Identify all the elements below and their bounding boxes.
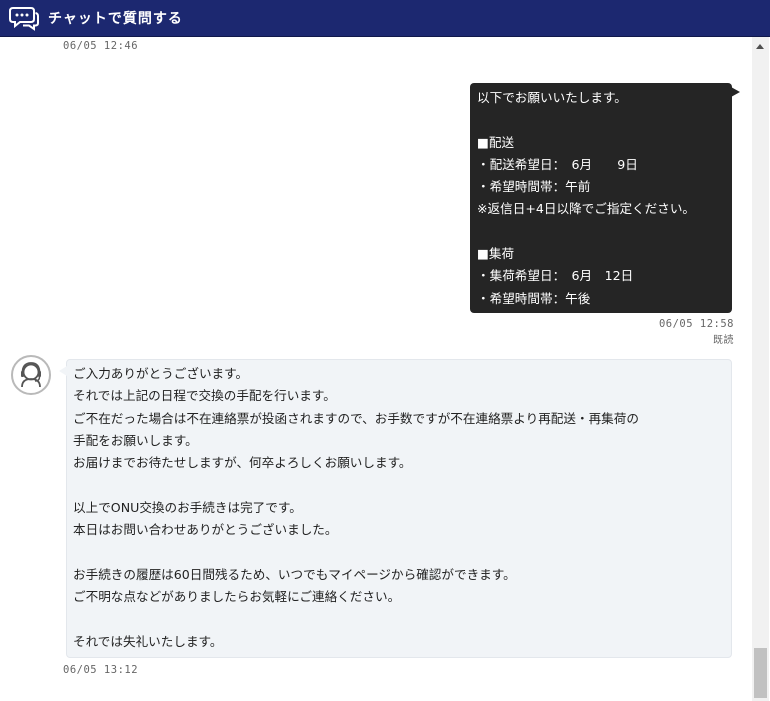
scroll-up-arrow-icon[interactable] [756,44,764,49]
chat-header: チャットで質問する [0,0,770,37]
message-timestamp: 06/05 12:46 [63,40,139,52]
user-message-line: ・集荷希望日： 6月 12日 [477,268,634,284]
operator-message-bubble: ご入力ありがとうございます。それでは上記の日程で交換の手配を行います。ご不在だっ… [59,359,732,658]
chat-message-area[interactable]: 06/05 12:46 以下でお願いいたします。 ■配送・配送希望日： 6月 9日… [0,37,770,701]
operator-message-line [73,541,725,563]
bubble-tail [731,87,740,97]
user-message-line: ■集荷 [477,246,515,262]
user-message-line: ・希望時間帯：午前 [477,179,591,195]
user-message-line: ・希望時間帯：午後 [477,290,591,306]
read-status: 既読 [713,335,734,346]
operator-message-line: ご入力ありがとうございます。 [73,366,249,381]
operator-message-line: ご不在だった場合は不在連絡票が投函されますので、お手数ですが不在連絡票より再配送… [73,410,639,426]
user-message-line: ■配送 [477,134,515,150]
scrollbar-thumb[interactable] [754,648,767,698]
operator-message-line: それでは上記の日程で交換の手配を行います。 [73,388,336,404]
vertical-scrollbar[interactable] [752,37,769,701]
operator-message-line: お届けまでお待たせしますが、何卒よろしくお願いします。 [73,455,412,471]
operator-message-line: お手続きの履歴は60日間残るため、いつでもマイページから確認ができます。 [73,566,516,582]
user-message-text: 以下でお願いいたします。 ■配送・配送希望日： 6月 9日 ・希望時間帯：午前 ※返信… [477,87,726,310]
operator-message-line: 本日はお問い合わせありがとうございました。 [73,522,338,538]
operator-message-text: ご入力ありがとうございます。それでは上記の日程で交換の手配を行います。ご不在だっ… [73,363,725,653]
operator-message-timestamp: 06/05 13:12 [63,664,139,676]
operator-avatar [11,355,51,395]
operator-message-line: 以上でONU交換のお手続きは完了です。 [73,499,302,515]
operator-message-line [73,474,725,496]
user-message-timestamp: 06/05 12:58 [658,318,734,330]
operator-message-line: ご不明な点などがありましたらお気軽にご連絡ください。 [73,588,401,604]
user-message-line [477,221,726,243]
chat-bubbles-icon [9,7,39,31]
operator-message-line: 手配をお願いします。 [73,432,198,448]
operator-message-line: それでは失礼いたします。 [73,633,223,649]
user-message-line: ・配送希望日： 6月 9日 [477,156,638,172]
user-message-line [477,109,726,131]
operator-headset-icon [21,362,41,388]
user-message-line: 以下でお願いいたします。 [477,90,627,105]
bubble-tail [59,366,67,376]
chat-title: チャットで質問する [48,11,183,27]
user-message-line: ※返信日+4日以降でご指定ください。 [477,201,696,217]
operator-message-line [73,608,725,630]
user-message-bubble: 以下でお願いいたします。 ■配送・配送希望日： 6月 9日 ・希望時間帯：午前 ※返信… [470,83,740,313]
